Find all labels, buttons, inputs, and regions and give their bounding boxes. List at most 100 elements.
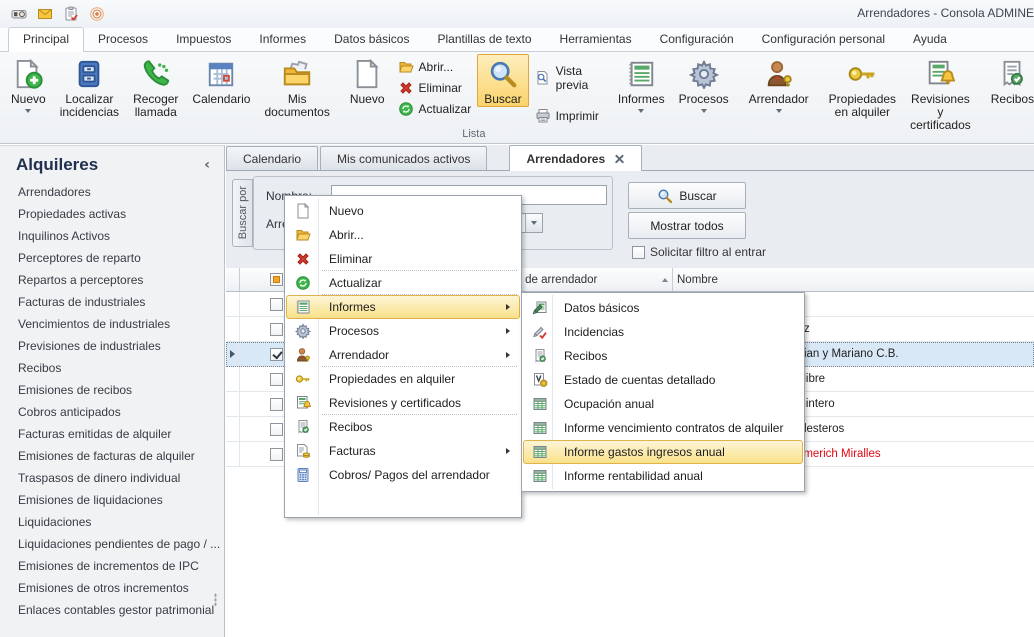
sidebar-item[interactable]: Emisiones de recibos [0, 379, 224, 401]
column-header-nombre[interactable]: Nombre [673, 268, 1034, 291]
ribbon-tab[interactable]: Configuración [646, 28, 748, 51]
menu-item[interactable]: Procesos [286, 319, 520, 343]
row-checkbox[interactable] [270, 372, 283, 386]
sidebar-item[interactable]: Arrendadores [0, 181, 224, 203]
submenu-item[interactable]: Estado de cuentas detallado [523, 368, 803, 392]
buscar-por-tab[interactable]: Buscar por [232, 179, 253, 247]
menu-item[interactable]: Cobros/ Pagos del arrendador [286, 463, 520, 487]
sidebar-item[interactable]: Facturas emitidas de alquiler [0, 423, 224, 445]
menu-item[interactable]: Abrir... [286, 223, 520, 247]
ribbon-tab[interactable]: Plantillas de texto [423, 28, 545, 51]
row-checkbox[interactable] [270, 297, 283, 311]
submenu-item[interactable]: Informe gastos ingresos anual [523, 440, 803, 464]
menu-item[interactable]: Revisiones y certificados [286, 391, 520, 415]
solicitar-filtro-checkbox[interactable] [632, 245, 645, 259]
dropdown-button[interactable] [525, 214, 542, 232]
recoger-llamada-button[interactable]: Recoger llamada [126, 54, 185, 120]
imprimir-button[interactable]: Imprimir [529, 106, 605, 126]
v-coin-icon [524, 372, 555, 388]
ribbon-tab[interactable]: Principal [8, 27, 85, 52]
mail-icon[interactable] [32, 3, 58, 25]
sidebar-item[interactable]: Emisiones de incrementos de IPC [0, 555, 224, 577]
sidebar-title: Alquileres [16, 155, 99, 174]
sidebar-item[interactable]: Emisiones de facturas de alquiler [0, 445, 224, 467]
nuevo-button[interactable]: Nuevo [4, 54, 53, 114]
close-icon[interactable] [614, 153, 625, 164]
app-icon[interactable] [6, 3, 32, 25]
column-header-tipo[interactable]: Tipo de arrendador [496, 268, 673, 291]
ribbon-tab[interactable]: Impuestos [162, 28, 245, 51]
sidebar-item[interactable]: Facturas de industriales [0, 291, 224, 313]
procesos-button[interactable]: Procesos [672, 54, 736, 114]
sidebar-item[interactable]: Propiedades activas [0, 203, 224, 225]
sidebar-item[interactable]: Repartos a perceptores [0, 269, 224, 291]
informes-button[interactable]: Informes [611, 54, 672, 114]
eliminar-button[interactable]: Eliminar [392, 78, 478, 98]
submenu-item[interactable]: Incidencias [523, 320, 803, 344]
sidebar-item[interactable]: Recibos [0, 357, 224, 379]
revisiones-certificados-button[interactable]: Revisiones y certificados [903, 54, 978, 133]
row-checkbox[interactable] [270, 447, 283, 461]
abrir-button[interactable]: Abrir... [392, 57, 478, 77]
menu-item[interactable]: Nuevo [286, 199, 520, 223]
mostrar-todos-button[interactable]: Mostrar todos [628, 212, 746, 239]
sidebar-item[interactable]: Emisiones de liquidaciones [0, 489, 224, 511]
window-title: Arrendadores - Consola ADMINE [857, 6, 1034, 20]
document-tab[interactable]: Arrendadores [509, 145, 643, 171]
row-checkbox[interactable] [270, 347, 283, 361]
row-checkbox[interactable] [270, 397, 283, 411]
splitter-handle[interactable] [214, 593, 217, 607]
ribbon-tab[interactable]: Configuración personal [748, 28, 899, 51]
vista-previa-button[interactable]: Vista previa [529, 62, 605, 94]
menu-item[interactable]: Propiedades en alquiler [286, 367, 520, 391]
menu-item[interactable]: Facturas [286, 439, 520, 463]
ribbon-group-recibos: Recibos Facturas [984, 54, 1034, 143]
sidebar-item[interactable]: Liquidaciones pendientes de pago / ... [0, 533, 224, 555]
calendario-button[interactable]: Calendario [185, 54, 257, 107]
menu-item[interactable]: Arrendador [286, 343, 520, 367]
buscar-button[interactable]: Buscar [477, 54, 529, 107]
nuevo-lista-button[interactable]: Nuevo [343, 54, 392, 107]
sidebar-item[interactable]: Inquilinos Activos [0, 225, 224, 247]
tasks-icon[interactable] [58, 3, 84, 25]
ribbon-tab[interactable]: Procesos [84, 28, 162, 51]
menu-item[interactable]: Eliminar [286, 247, 520, 271]
sidebar-item[interactable]: Enlaces contables gestor patrimonial [0, 599, 224, 621]
ribbon-tab[interactable]: Datos básicos [320, 28, 423, 51]
arrendador-button[interactable]: Arrendador [742, 54, 816, 114]
ribbon-tab[interactable]: Informes [245, 28, 320, 51]
menu-item[interactable]: Recibos [286, 415, 520, 439]
submenu-item[interactable]: Recibos [523, 344, 803, 368]
broadcast-icon[interactable] [84, 3, 110, 25]
row-checkbox[interactable] [270, 422, 283, 436]
sidebar-item[interactable]: Cobros anticipados [0, 401, 224, 423]
actualizar-button[interactable]: Actualizar [392, 99, 478, 119]
sidebar-item[interactable]: Emisiones de otros incrementos [0, 577, 224, 599]
menu-item[interactable]: Actualizar [286, 271, 520, 295]
submenu-arrow-icon [506, 328, 510, 334]
row-checkbox[interactable] [270, 322, 283, 336]
submenu-item[interactable]: Informe vencimiento contratos de alquile… [523, 416, 803, 440]
ribbon-tab[interactable]: Ayuda [899, 28, 961, 51]
submenu-item[interactable]: Datos básicos [523, 296, 803, 320]
collapse-chevron-icon[interactable]: ‹ [204, 157, 210, 173]
localizar-incidencias-button[interactable]: Localizar incidencias [53, 54, 126, 120]
document-tab[interactable]: Mis comunicados activos [320, 146, 488, 170]
sidebar-item[interactable]: Previsiones de industriales [0, 335, 224, 357]
propiedades-en-alquiler-button[interactable]: Propiedades en alquiler [822, 54, 903, 120]
buscar-panel-button[interactable]: Buscar [628, 182, 746, 209]
sidebar-item[interactable]: Liquidaciones [0, 511, 224, 533]
sidebar-item[interactable]: Traspasos de dinero individual [0, 467, 224, 489]
sidebar-item[interactable]: Vencimientos de industriales [0, 313, 224, 335]
recibos-button[interactable]: Recibos [984, 54, 1034, 107]
new-item-icon [13, 59, 43, 89]
document-tab[interactable]: Calendario [226, 146, 319, 170]
menu-item[interactable]: Informes [286, 295, 520, 319]
sidebar-item[interactable]: Perceptores de reparto [0, 247, 224, 269]
select-all-checkbox[interactable] [270, 273, 283, 286]
search-icon [657, 188, 673, 204]
mis-documentos-button[interactable]: Mis documentos [257, 54, 336, 120]
submenu-item[interactable]: Informe rentabilidad anual [523, 464, 803, 488]
ribbon-tab[interactable]: Herramientas [546, 28, 646, 51]
submenu-item[interactable]: Ocupación anual [523, 392, 803, 416]
